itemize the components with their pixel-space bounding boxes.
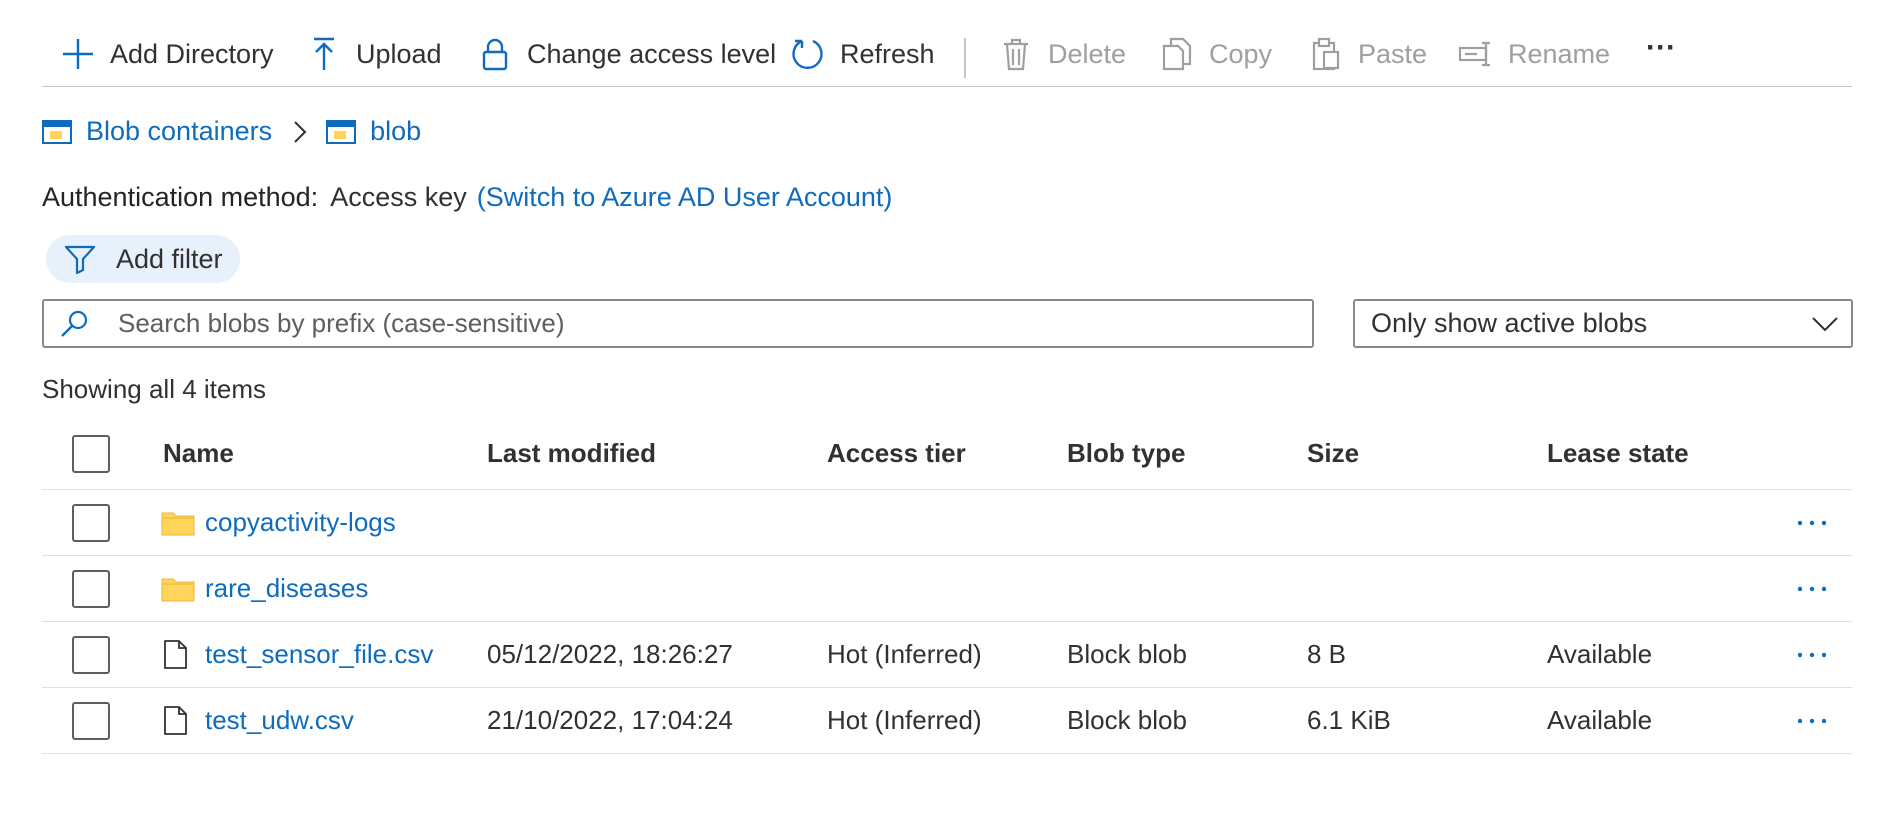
row-more-button[interactable] [1790, 490, 1834, 555]
add-filter-label: Add filter [116, 243, 223, 274]
name-cell: test_udw.csv [161, 688, 354, 753]
command-bar: Add Directory Upload Change access level… [42, 28, 1852, 87]
access-tier-cell: Hot (Inferred) [827, 705, 982, 735]
column-header-name[interactable]: Name [163, 418, 234, 489]
auth-method-label: Authentication method: [42, 182, 319, 212]
breadcrumb-containers-label: Blob containers [86, 116, 273, 146]
blob-name-link[interactable]: test_udw.csv [205, 705, 354, 736]
name-cell: test_sensor_file.csv [161, 622, 433, 687]
blob-state-dropdown[interactable]: Only show active blobs [1353, 299, 1853, 348]
row-checkbox[interactable] [72, 504, 110, 542]
folder-icon [161, 509, 195, 537]
name-cell: rare_diseases [161, 556, 368, 621]
table-header: Name Last modified Access tier Blob type… [42, 418, 1852, 490]
lease-state-cell: Available [1547, 639, 1653, 669]
trash-icon [996, 34, 1036, 74]
rename-button[interactable]: Rename [1456, 28, 1610, 80]
paste-label: Paste [1358, 38, 1428, 69]
column-header-blob-type[interactable]: Blob type [1067, 418, 1185, 489]
blob-name-link[interactable]: test_sensor_file.csv [205, 639, 433, 670]
search-box [42, 299, 1314, 348]
row-more-button[interactable] [1790, 622, 1834, 687]
breadcrumb-current[interactable]: blob [326, 116, 421, 147]
lease-state-cell: Available [1547, 705, 1653, 735]
refresh-button[interactable]: Refresh [788, 28, 935, 80]
row-more-button[interactable] [1790, 688, 1834, 753]
upload-icon [304, 34, 344, 74]
switch-auth-link[interactable]: (Switch to Azure AD User Account) [477, 182, 893, 213]
upload-button[interactable]: Upload [304, 28, 442, 80]
size-cell: 8 B [1307, 639, 1347, 669]
more-icon [1797, 652, 1827, 657]
chevron-right-icon [292, 119, 308, 145]
search-icon [58, 309, 90, 339]
file-icon [161, 705, 195, 736]
delete-button[interactable]: Delete [996, 28, 1126, 80]
column-header-access-tier[interactable]: Access tier [827, 418, 966, 489]
last-modified-cell: 05/12/2022, 18:26:27 [487, 639, 733, 669]
search-input[interactable] [116, 307, 1220, 340]
refresh-icon [788, 34, 828, 74]
row-more-button[interactable] [1790, 556, 1834, 621]
more-icon [1797, 718, 1827, 723]
row-checkbox[interactable] [72, 570, 110, 608]
delete-label: Delete [1048, 38, 1127, 69]
column-header-size[interactable]: Size [1307, 418, 1359, 489]
plus-icon [58, 34, 98, 74]
select-all-checkbox[interactable] [72, 435, 110, 473]
change-access-level-label: Change access level [527, 38, 777, 69]
copy-icon [1157, 34, 1197, 74]
more-icon [1797, 520, 1827, 525]
copy-button[interactable]: Copy [1157, 28, 1272, 80]
add-directory-button[interactable]: Add Directory [58, 28, 274, 80]
paste-icon [1306, 34, 1346, 74]
size-cell: 6.1 KiB [1307, 705, 1391, 735]
breadcrumb-blob-containers[interactable]: Blob containers [42, 116, 272, 147]
row-checkbox[interactable] [72, 636, 110, 674]
column-header-lease-state[interactable]: Lease state [1547, 418, 1689, 489]
toolbar-divider [964, 38, 966, 78]
paste-button[interactable]: Paste [1306, 28, 1427, 80]
more-commands-button[interactable]: ··· [1646, 22, 1676, 74]
blob-type-cell: Block blob [1067, 639, 1187, 669]
table-row[interactable]: test_sensor_file.csv 05/12/2022, 18:26:2… [42, 622, 1852, 688]
last-modified-cell: 21/10/2022, 17:04:24 [487, 705, 733, 735]
dropdown-selected-value: Only show active blobs [1371, 308, 1648, 338]
add-filter-button[interactable]: Add filter [46, 235, 240, 283]
upload-label: Upload [356, 38, 442, 69]
file-icon [161, 639, 195, 670]
refresh-label: Refresh [840, 38, 935, 69]
blob-table: Name Last modified Access tier Blob type… [42, 418, 1852, 754]
lock-icon [475, 34, 515, 74]
table-row[interactable]: test_udw.csv 21/10/2022, 17:04:24 Hot (I… [42, 688, 1852, 754]
more-icon [1797, 586, 1827, 591]
blob-name-link[interactable]: copyactivity-logs [205, 507, 396, 538]
column-header-last-modified[interactable]: Last modified [487, 418, 656, 489]
change-access-level-button[interactable]: Change access level [475, 28, 776, 80]
name-cell: copyactivity-logs [161, 490, 396, 555]
filter-icon [64, 244, 96, 274]
copy-label: Copy [1209, 38, 1273, 69]
blob-type-cell: Block blob [1067, 705, 1187, 735]
auth-method-value: Access key [330, 182, 467, 212]
breadcrumb-current-label: blob [370, 116, 422, 146]
add-directory-label: Add Directory [110, 38, 274, 69]
rename-label: Rename [1508, 38, 1611, 69]
row-checkbox[interactable] [72, 702, 110, 740]
auth-method: Authentication method: Access key (Switc… [42, 182, 892, 213]
table-row[interactable]: rare_diseases [42, 556, 1852, 622]
rename-icon [1456, 34, 1496, 74]
access-tier-cell: Hot (Inferred) [827, 639, 982, 669]
container-icon [42, 119, 72, 145]
folder-icon [161, 575, 195, 603]
breadcrumb: Blob containers blob [42, 116, 421, 147]
table-row[interactable]: copyactivity-logs [42, 490, 1852, 556]
items-count: Showing all 4 items [42, 374, 266, 404]
chevron-down-icon [1811, 315, 1839, 333]
blob-name-link[interactable]: rare_diseases [205, 573, 368, 604]
container-icon [326, 119, 357, 145]
